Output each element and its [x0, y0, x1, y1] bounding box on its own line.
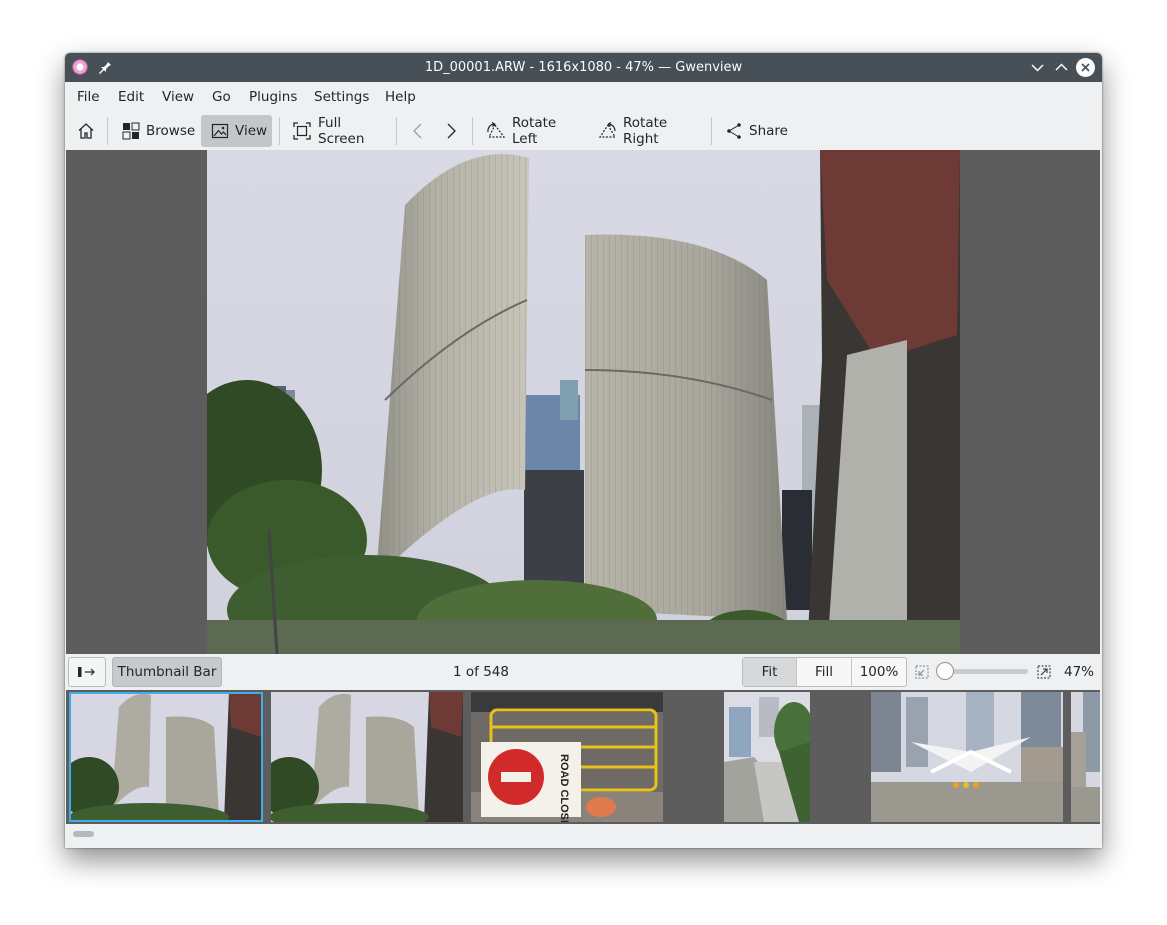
- thumbnail-item[interactable]: ROAD CLOSED: [471, 692, 663, 822]
- gwenview-window: 1D_00001.ARW - 1616x1080 - 47% — Gwenvie…: [65, 53, 1102, 848]
- zoom-slider-handle[interactable]: [936, 662, 954, 680]
- zoom-out-icon[interactable]: [915, 665, 929, 679]
- browse-label: Browse: [146, 123, 196, 139]
- rotate-right-icon: [598, 122, 617, 138]
- thumbnail-item[interactable]: [724, 692, 810, 822]
- view-button[interactable]: View: [201, 115, 272, 147]
- toolbar-separator: [472, 117, 473, 145]
- previous-button[interactable]: [403, 115, 433, 147]
- sidebar-toggle-button[interactable]: [68, 657, 106, 687]
- menu-edit[interactable]: Edit: [118, 82, 144, 112]
- maximize-icon[interactable]: [1052, 58, 1071, 77]
- share-button[interactable]: Share: [719, 115, 791, 147]
- thumbnail-image: [271, 692, 463, 822]
- thumbnail-image: [871, 692, 1063, 822]
- chevron-right-icon: [447, 123, 456, 139]
- thumbnail-bar[interactable]: ROAD CLOSED: [66, 690, 1100, 824]
- zoom-fit-button[interactable]: Fit: [743, 658, 796, 686]
- road-closed-sign-text: ROAD CLOSED: [558, 754, 570, 822]
- menu-bar: File Edit View Go Plugins Settings Help: [65, 82, 1102, 112]
- full-screen-button[interactable]: Full Screen: [285, 115, 387, 147]
- thumbnail-item[interactable]: [69, 692, 263, 822]
- toolbar-separator: [396, 117, 397, 145]
- close-icon[interactable]: [1076, 58, 1095, 77]
- sidebar-toggle-icon: [78, 667, 95, 677]
- chevron-left-icon: [413, 123, 422, 139]
- thumbnail-image: [69, 692, 263, 822]
- zoom-slider-track[interactable]: [945, 669, 1028, 674]
- menu-go[interactable]: Go: [212, 82, 231, 112]
- image-view-icon: [211, 123, 229, 139]
- image-viewport[interactable]: [66, 150, 1100, 654]
- menu-settings[interactable]: Settings: [314, 82, 369, 112]
- full-screen-label: Full Screen: [318, 115, 365, 147]
- home-button[interactable]: [71, 115, 101, 147]
- minimize-icon[interactable]: [1028, 58, 1047, 77]
- main-toolbar: Browse View Full Screen Rotate Left Rota…: [65, 112, 1102, 150]
- share-icon: [727, 123, 741, 139]
- zoom-in-icon[interactable]: [1037, 665, 1051, 679]
- thumbnail-bar-toggle[interactable]: Thumbnail Bar: [112, 657, 222, 687]
- title-bar[interactable]: 1D_00001.ARW - 1616x1080 - 47% — Gwenvie…: [65, 53, 1102, 82]
- zoom-fill-button[interactable]: Fill: [797, 658, 851, 686]
- rotate-right-label: Rotate Right: [623, 115, 668, 147]
- toolbar-separator: [279, 117, 280, 145]
- view-label: View: [235, 123, 268, 139]
- thumbnail-image: [724, 692, 810, 822]
- zoom-100-button[interactable]: 100%: [852, 658, 906, 686]
- rotate-left-icon: [487, 122, 506, 138]
- rotate-left-label: Rotate Left: [512, 115, 557, 147]
- next-button[interactable]: [436, 115, 466, 147]
- window-title: 1D_00001.ARW - 1616x1080 - 47% — Gwenvie…: [424, 60, 743, 75]
- menu-plugins[interactable]: Plugins: [249, 82, 297, 112]
- thumbnail-item[interactable]: [871, 692, 1063, 822]
- toolbar-separator: [711, 117, 712, 145]
- scrollbar-handle[interactable]: [73, 831, 94, 837]
- share-label: Share: [749, 123, 788, 139]
- rotate-right-button[interactable]: Rotate Right: [591, 115, 703, 147]
- zoom-percentage: 47%: [1064, 664, 1095, 680]
- home-icon: [78, 123, 94, 139]
- status-bar: Thumbnail Bar 1 of 548 Fit Fill 100% 47%: [65, 654, 1102, 690]
- main-photo[interactable]: [207, 150, 960, 654]
- browse-button[interactable]: Browse: [115, 115, 195, 147]
- rotate-left-button[interactable]: Rotate Left: [479, 115, 583, 147]
- thumbnail-item[interactable]: [1071, 692, 1100, 822]
- zoom-mode-group: Fit Fill 100%: [742, 657, 907, 687]
- menu-help[interactable]: Help: [385, 82, 416, 112]
- thumbnail-image: ROAD CLOSED: [471, 692, 663, 822]
- toolbar-separator: [107, 117, 108, 145]
- image-counter: 1 of 548: [453, 664, 509, 680]
- full-screen-icon: [293, 122, 311, 140]
- menu-view[interactable]: View: [162, 82, 194, 112]
- browse-grid-icon: [122, 122, 140, 140]
- thumbnail-image: [1071, 692, 1100, 822]
- thumbnail-scrollbar[interactable]: [65, 824, 1102, 848]
- menu-file[interactable]: File: [77, 82, 100, 112]
- thumbnail-item[interactable]: [271, 692, 463, 822]
